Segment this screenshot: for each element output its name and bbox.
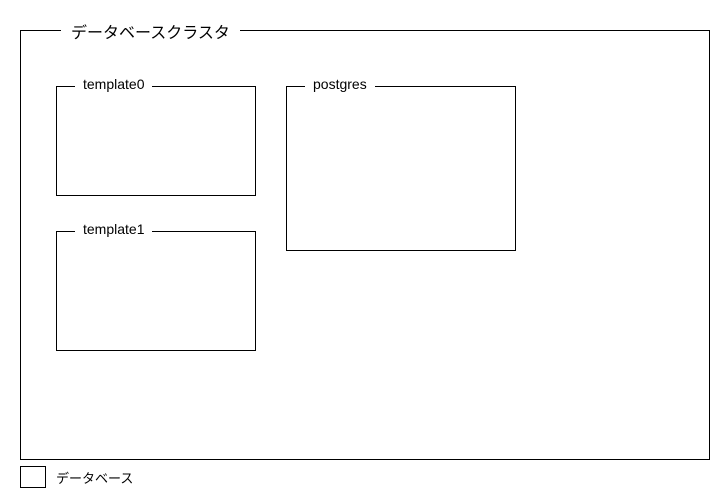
- database-cluster-frame: データベースクラスタ template0 template1 postgres: [20, 30, 710, 460]
- database-label: template1: [75, 221, 152, 237]
- legend: データベース: [20, 466, 133, 488]
- legend-label: データベース: [56, 468, 133, 487]
- database-box-template0: template0: [56, 86, 256, 196]
- database-label: template0: [75, 76, 152, 92]
- cluster-title: データベースクラスタ: [61, 19, 240, 43]
- database-box-postgres: postgres: [286, 86, 516, 251]
- database-box-template1: template1: [56, 231, 256, 351]
- legend-swatch: [20, 466, 46, 488]
- database-label: postgres: [305, 76, 375, 92]
